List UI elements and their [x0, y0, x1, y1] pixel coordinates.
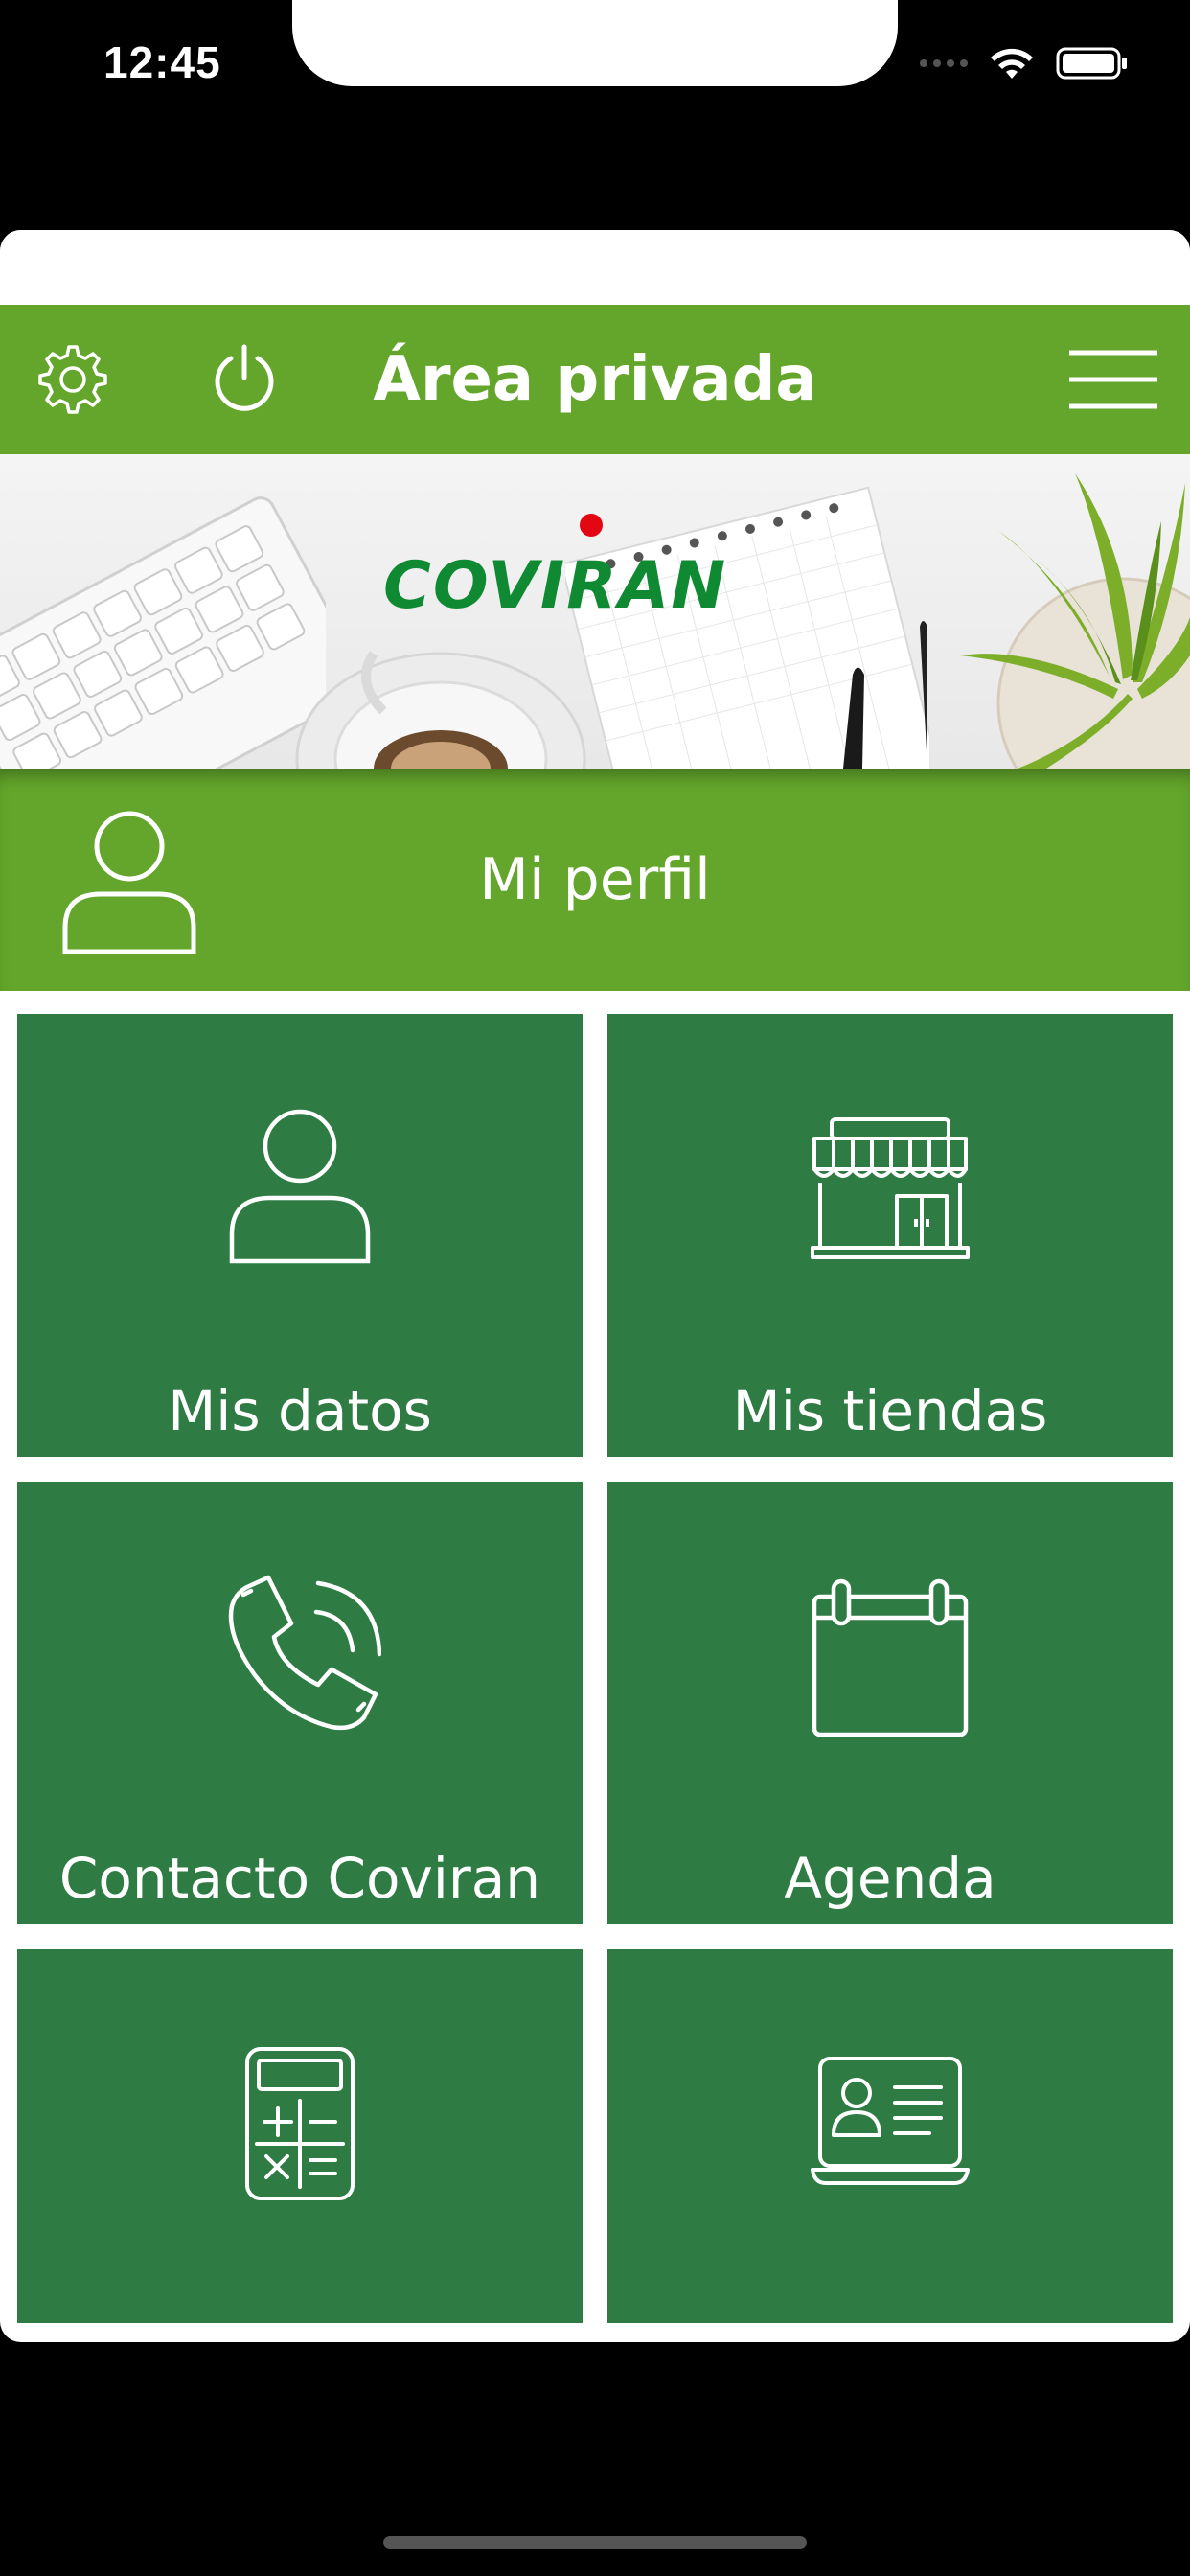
store-icon: [811, 1117, 970, 1259]
wifi-icon: [991, 48, 1033, 79]
home-indicator[interactable]: [383, 2536, 807, 2549]
tile-profile-card[interactable]: [607, 1949, 1173, 2323]
tile-calculator[interactable]: [17, 1949, 583, 2323]
tile-label: Mis tiendas: [732, 1378, 1048, 1443]
tile-mis-datos[interactable]: Mis datos: [17, 1014, 583, 1457]
banner-image: COVIRAN: [0, 454, 1190, 769]
calculator-icon: [245, 2047, 355, 2200]
status-time: 12:45: [103, 37, 221, 87]
keyboard-illustration: [0, 496, 326, 769]
logo-dot: [580, 514, 603, 537]
coffee-cup-illustration: [295, 651, 586, 769]
phone-icon: [228, 1575, 381, 1731]
top-spacer: [0, 230, 1190, 305]
battery-icon: [1056, 47, 1127, 80]
tile-agenda[interactable]: Agenda: [607, 1482, 1173, 1924]
coviran-logo: COVIRAN: [383, 548, 728, 624]
tile-label: Agenda: [784, 1846, 996, 1911]
page-title: Área privada: [373, 344, 817, 415]
hamburger-menu-icon: [1069, 350, 1157, 409]
status-bar: 12:45: [0, 0, 1190, 87]
device-notch: [292, 0, 898, 86]
tile-label: Contacto Coviran: [58, 1846, 541, 1911]
profile-button[interactable]: Mi perfil: [0, 769, 1190, 991]
profile-label: Mi perfil: [479, 846, 711, 913]
tile-mis-tiendas[interactable]: Mis tiendas: [607, 1014, 1173, 1457]
tile-label: Mis datos: [168, 1378, 432, 1443]
menu-button[interactable]: [1067, 341, 1159, 418]
tile-contacto-coviran[interactable]: Contacto Coviran: [17, 1482, 583, 1924]
header-bar: Área privada: [0, 305, 1190, 454]
status-indicators: [920, 46, 1129, 80]
calendar-icon: [812, 1578, 969, 1737]
user-icon: [229, 1109, 371, 1264]
cellular-signal-icon: [920, 59, 968, 67]
plant-illustration: [960, 473, 1190, 769]
id-card-laptop-icon: [811, 2057, 970, 2185]
